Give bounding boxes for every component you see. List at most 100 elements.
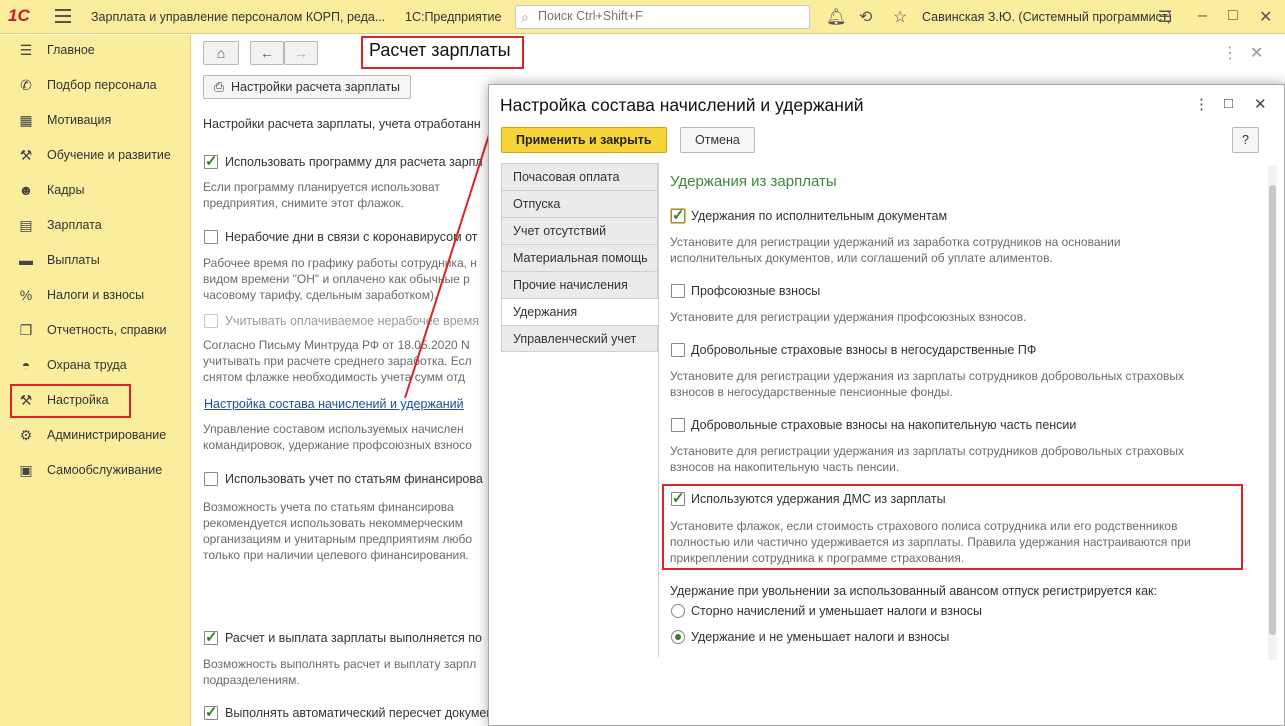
item5-hint: прикреплении сотрудника к программе стра… bbox=[670, 551, 965, 565]
tab-management[interactable]: Управленческий учет bbox=[501, 325, 658, 352]
opt2-hint: Рабочее время по графику работы сотрудни… bbox=[203, 256, 477, 270]
accruals-settings-link[interactable]: Настройка состава начислений и удержаний bbox=[204, 397, 464, 411]
scrollbar[interactable] bbox=[1268, 165, 1277, 660]
sidebar-item-admin[interactable]: ⚙ Администрирование bbox=[0, 420, 191, 450]
radio-deduction[interactable] bbox=[671, 630, 685, 644]
opt3-hint: Согласно Письму Минтруда РФ от 18.05.202… bbox=[203, 338, 470, 352]
opt4-checkbox[interactable] bbox=[204, 472, 218, 486]
radio-storno[interactable] bbox=[671, 604, 685, 618]
sidebar-item-training[interactable]: ⚒ Обучение и развитие bbox=[0, 140, 191, 170]
sidebar-item-label: Выплаты bbox=[47, 253, 100, 267]
opt1-label[interactable]: Использовать программу для расчета зарпл bbox=[225, 155, 483, 169]
tab-other-accruals[interactable]: Прочие начисления bbox=[501, 271, 658, 298]
opt5-hint: Возможность выполнять расчет и выплату з… bbox=[203, 657, 477, 671]
item3-checkbox[interactable] bbox=[671, 343, 685, 357]
opt3-hint: снятом флажке необходимость учета сумм о… bbox=[203, 370, 465, 384]
sidebar-item-hr[interactable]: ☻ Кадры bbox=[0, 175, 191, 205]
phone-icon: ✆ bbox=[20, 76, 32, 93]
opt4-hint: Возможность учета по статьям финансирова bbox=[203, 500, 454, 514]
tab-hourly[interactable]: Почасовая оплата bbox=[501, 163, 658, 190]
1c-logo: 1С bbox=[8, 6, 30, 25]
item4-checkbox[interactable] bbox=[671, 418, 685, 432]
top-bar: 1С Зарплата и управление персоналом КОРП… bbox=[0, 0, 1285, 34]
tab-absences[interactable]: Учет отсутствий bbox=[501, 217, 658, 244]
opt6-checkbox[interactable] bbox=[204, 703, 218, 721]
arrow-left-icon: ← bbox=[260, 45, 274, 61]
link-hint: командировок, удержание профсоюзных взно… bbox=[203, 438, 472, 452]
apply-close-button[interactable]: Применить и закрыть bbox=[501, 127, 667, 153]
salary-settings-button[interactable]: ⎙ Настройки расчета зарплаты bbox=[203, 75, 411, 99]
opt1-checkbox[interactable] bbox=[204, 152, 218, 170]
search-input[interactable] bbox=[538, 9, 798, 23]
maximize-icon[interactable]: □ bbox=[1228, 7, 1238, 25]
opt2-hint: часовому тарифу, сдельным заработком). bbox=[203, 288, 438, 302]
help-button[interactable]: ? bbox=[1232, 127, 1259, 153]
current-user[interactable]: Савинская З.Ю. (Системный программист) bbox=[922, 10, 1172, 24]
sidebar-item-motivation[interactable]: ▦ Мотивация bbox=[0, 105, 191, 135]
tab-deductions[interactable]: Удержания bbox=[501, 298, 659, 325]
more-icon[interactable]: ⋮ bbox=[1222, 43, 1238, 63]
menu-icon: ☰ bbox=[19, 41, 33, 58]
opt4-hint: рекомендуется использовать некоммерчески… bbox=[203, 516, 464, 530]
forward-button[interactable]: → bbox=[284, 41, 318, 65]
radio-storno-label[interactable]: Сторно начислений и уменьшает налоги и в… bbox=[691, 604, 982, 618]
opt1-hint: предприятия, снимите этот флажок. bbox=[203, 196, 405, 210]
item4-hint: взносов на накопительную часть пенсии. bbox=[670, 460, 900, 474]
printer-icon: ⎙ bbox=[214, 79, 225, 94]
item2-label[interactable]: Профсоюзные взносы bbox=[691, 284, 820, 298]
minimize-icon[interactable]: – bbox=[1198, 7, 1207, 25]
close-icon[interactable]: ✕ bbox=[1259, 7, 1272, 27]
sidebar-item-safety[interactable]: ◓ Охрана труда bbox=[0, 350, 191, 380]
search-box[interactable]: ⌕ bbox=[515, 5, 810, 29]
item1-checkbox[interactable] bbox=[670, 206, 686, 224]
home-button[interactable]: ⌂ bbox=[203, 41, 239, 65]
item4-label[interactable]: Добровольные страховые взносы на накопит… bbox=[691, 418, 1076, 432]
search-icon: ⌕ bbox=[521, 9, 529, 25]
maximize-icon[interactable]: □ bbox=[1224, 95, 1233, 112]
bell-icon[interactable]: 🔔︎ bbox=[826, 7, 846, 27]
opt4-hint: только при наличии целевого финансирован… bbox=[203, 548, 469, 562]
opt2-hint: видом времени "ОН" и оплачено как обычны… bbox=[203, 272, 470, 286]
opt2-checkbox[interactable] bbox=[204, 230, 218, 244]
opt5-checkbox[interactable] bbox=[204, 628, 218, 646]
item2-checkbox[interactable] bbox=[671, 284, 685, 298]
sidebar-item-main[interactable]: ☰ Главное bbox=[0, 35, 191, 65]
sidebar-item-taxes[interactable]: % Налоги и взносы bbox=[0, 280, 191, 310]
opt3-label[interactable]: Учитывать оплачиваемое нерабочее время bbox=[225, 314, 479, 328]
settings-menu-icon[interactable]: ☰ bbox=[1158, 7, 1172, 27]
home-icon: ⌂ bbox=[216, 45, 226, 61]
star-icon[interactable]: ☆ bbox=[893, 7, 907, 27]
opt3-checkbox[interactable] bbox=[204, 314, 218, 328]
app-title: Зарплата и управление персоналом КОРП, р… bbox=[91, 10, 386, 24]
sidebar-item-recruiting[interactable]: ✆ Подбор персонала bbox=[0, 70, 191, 100]
close-icon[interactable]: ✕ bbox=[1254, 95, 1267, 113]
item3-hint: Установите для регистрации удержания из … bbox=[670, 369, 1184, 383]
cancel-button[interactable]: Отмена bbox=[680, 127, 755, 153]
radio-deduction-label[interactable]: Удержание и не уменьшает налоги и взносы bbox=[691, 630, 949, 644]
more-icon[interactable]: ⋮ bbox=[1194, 95, 1209, 113]
tab-vacations[interactable]: Отпуска bbox=[501, 190, 658, 217]
helmet-icon: ◓ bbox=[21, 357, 31, 373]
scrollbar-thumb[interactable] bbox=[1269, 185, 1276, 635]
intro-text: Настройки расчета зарплаты, учета отрабо… bbox=[203, 117, 481, 131]
back-button[interactable]: ← bbox=[250, 41, 284, 65]
history-icon[interactable]: ⟲ bbox=[859, 7, 872, 27]
tab-material-aid[interactable]: Материальная помощь bbox=[501, 244, 658, 271]
opt3-hint: учитывать при расчете среднего заработка… bbox=[203, 354, 472, 368]
item5-checkbox[interactable] bbox=[671, 489, 685, 507]
opt5-label[interactable]: Расчет и выплата зарплаты выполняется по bbox=[225, 631, 482, 645]
arrow-right-icon: → bbox=[294, 45, 308, 61]
opt4-label[interactable]: Использовать учет по статьям финансирова bbox=[225, 472, 483, 486]
money-icon: ▬ bbox=[19, 252, 33, 268]
sidebar-item-label: Налоги и взносы bbox=[47, 288, 145, 302]
item1-label[interactable]: Удержания по исполнительным документам bbox=[691, 209, 947, 223]
sidebar-item-payments[interactable]: ▬ Выплаты bbox=[0, 245, 191, 275]
item3-label[interactable]: Добровольные страховые взносы в негосуда… bbox=[691, 343, 1036, 357]
opt2-label[interactable]: Нерабочие дни в связи с коронавирусом от bbox=[225, 230, 478, 244]
sidebar-item-salary[interactable]: ▤ Зарплата bbox=[0, 210, 191, 240]
item5-label[interactable]: Используются удержания ДМС из зарплаты bbox=[691, 492, 946, 506]
main-menu-icon[interactable] bbox=[55, 9, 71, 23]
sidebar-item-selfservice[interactable]: ▣ Самообслуживание bbox=[0, 455, 191, 485]
sidebar-item-reports[interactable]: ❐ Отчетность, справки bbox=[0, 315, 191, 345]
close-icon[interactable]: ✕ bbox=[1250, 43, 1263, 63]
